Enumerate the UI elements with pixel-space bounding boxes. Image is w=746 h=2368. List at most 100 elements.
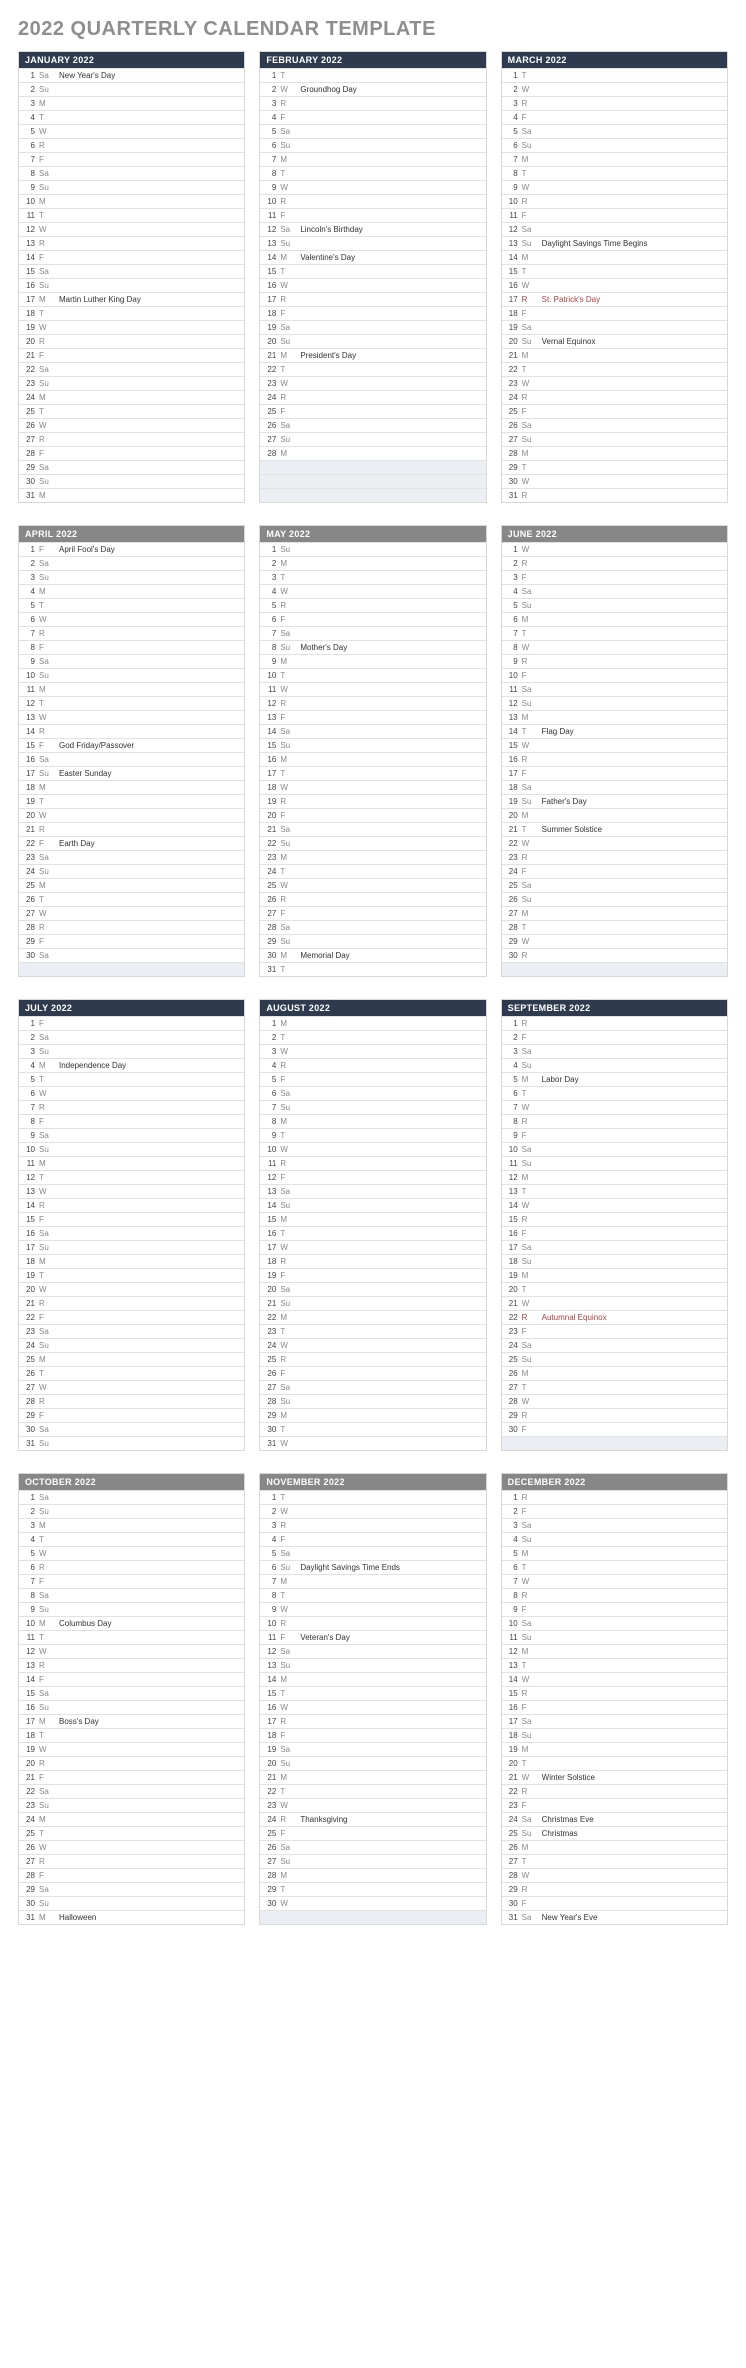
- day-number: 13: [19, 711, 37, 725]
- day-number: 27: [260, 1855, 278, 1869]
- day-row: 16W: [260, 278, 485, 292]
- day-weekday: Su: [37, 83, 55, 97]
- day-number: 12: [502, 1645, 520, 1659]
- day-row: 6Su: [502, 138, 727, 152]
- day-event: New Year's Eve: [538, 1911, 727, 1925]
- day-weekday: Su: [37, 377, 55, 391]
- day-weekday: F: [37, 739, 55, 753]
- day-weekday: W: [37, 223, 55, 237]
- day-row: 1R: [502, 1490, 727, 1504]
- day-weekday: F: [37, 1311, 55, 1325]
- day-number: 19: [260, 321, 278, 335]
- day-row: 17W: [260, 1240, 485, 1254]
- day-number: 15: [19, 1687, 37, 1701]
- day-number: 2: [19, 83, 37, 97]
- day-row: 5W: [19, 124, 244, 138]
- day-number: 21: [502, 1297, 520, 1311]
- day-weekday: M: [520, 1073, 538, 1087]
- day-weekday: Su: [520, 1255, 538, 1269]
- day-row: 26Sa: [260, 418, 485, 432]
- day-weekday: T: [278, 363, 296, 377]
- day-number: 26: [19, 893, 37, 907]
- day-weekday: F: [520, 669, 538, 683]
- day-number: 10: [502, 195, 520, 209]
- day-weekday: F: [278, 405, 296, 419]
- day-row: 8R: [502, 1114, 727, 1128]
- day-number: 1: [260, 543, 278, 557]
- day-weekday: Sa: [520, 1911, 538, 1925]
- day-weekday: Su: [520, 433, 538, 447]
- day-row: 3Su: [19, 1044, 244, 1058]
- day-weekday: Sa: [278, 823, 296, 837]
- day-number: 20: [502, 809, 520, 823]
- day-row: 15T: [260, 1686, 485, 1700]
- day-number: 12: [260, 1645, 278, 1659]
- day-row: 11M: [19, 1156, 244, 1170]
- day-row: 12T: [19, 1170, 244, 1184]
- day-number: 15: [502, 1687, 520, 1701]
- day-number: 19: [260, 1743, 278, 1757]
- day-number: 8: [260, 1115, 278, 1129]
- day-row: 12F: [260, 1170, 485, 1184]
- day-weekday: Su: [278, 1757, 296, 1771]
- day-number: 16: [502, 753, 520, 767]
- day-number: 5: [19, 599, 37, 613]
- day-weekday: R: [278, 795, 296, 809]
- day-number: 2: [19, 1505, 37, 1519]
- day-row: 30Su: [19, 474, 244, 488]
- day-row: 9F: [502, 1128, 727, 1142]
- month-block: FEBRUARY 20221T2WGroundhog Day3R4F5Sa6Su…: [259, 51, 486, 503]
- day-weekday: Su: [520, 139, 538, 153]
- day-row: 24R: [502, 390, 727, 404]
- day-row: 17SuEaster Sunday: [19, 766, 244, 780]
- day-number: 27: [502, 907, 520, 921]
- day-weekday: T: [520, 1855, 538, 1869]
- day-weekday: Sa: [278, 1283, 296, 1297]
- day-number: 25: [19, 1353, 37, 1367]
- day-number: 11: [260, 683, 278, 697]
- day-row: 5R: [260, 598, 485, 612]
- day-weekday: F: [37, 447, 55, 461]
- day-number: 25: [19, 1827, 37, 1841]
- day-weekday: R: [520, 489, 538, 503]
- month-block: OCTOBER 20221Sa2Su3M4T5W6R7F8Sa9Su10MCol…: [18, 1473, 245, 1925]
- day-number: 20: [260, 809, 278, 823]
- day-weekday: R: [520, 753, 538, 767]
- day-row: 18T: [19, 306, 244, 320]
- day-weekday: M: [520, 1547, 538, 1561]
- day-number: 24: [19, 391, 37, 405]
- day-row: 18R: [260, 1254, 485, 1268]
- day-row: 4MIndependence Day: [19, 1058, 244, 1072]
- day-event: Autumnal Equinox: [538, 1311, 727, 1325]
- day-weekday: Sa: [37, 265, 55, 279]
- day-weekday: F: [37, 251, 55, 265]
- day-row: 27M: [502, 906, 727, 920]
- day-number: 4: [19, 111, 37, 125]
- day-weekday: M: [278, 1869, 296, 1883]
- day-weekday: F: [278, 1269, 296, 1283]
- calendar-grid: JANUARY 20221SaNew Year's Day2Su3M4T5W6R…: [18, 51, 728, 1925]
- day-row: 8T: [260, 166, 485, 180]
- day-number: 22: [502, 1311, 520, 1325]
- day-number: 28: [502, 447, 520, 461]
- day-row: 1FApril Fool's Day: [19, 542, 244, 556]
- day-number: 16: [260, 1701, 278, 1715]
- day-number: 21: [502, 349, 520, 363]
- day-weekday: Sa: [278, 1841, 296, 1855]
- day-weekday: F: [278, 1631, 296, 1645]
- day-number: 23: [19, 851, 37, 865]
- day-number: 19: [19, 321, 37, 335]
- day-number: 10: [19, 195, 37, 209]
- day-row: 29F: [19, 1408, 244, 1422]
- day-row: 21TSummer Solstice: [502, 822, 727, 836]
- day-row: 4T: [19, 110, 244, 124]
- day-row: 21R: [19, 1296, 244, 1310]
- day-number: 8: [19, 641, 37, 655]
- day-number: 27: [19, 907, 37, 921]
- day-weekday: T: [278, 1031, 296, 1045]
- day-row: 11T: [19, 208, 244, 222]
- day-row: 1R: [502, 1016, 727, 1030]
- day-row: 14R: [19, 724, 244, 738]
- day-row: 13R: [19, 236, 244, 250]
- day-row: 14F: [19, 1672, 244, 1686]
